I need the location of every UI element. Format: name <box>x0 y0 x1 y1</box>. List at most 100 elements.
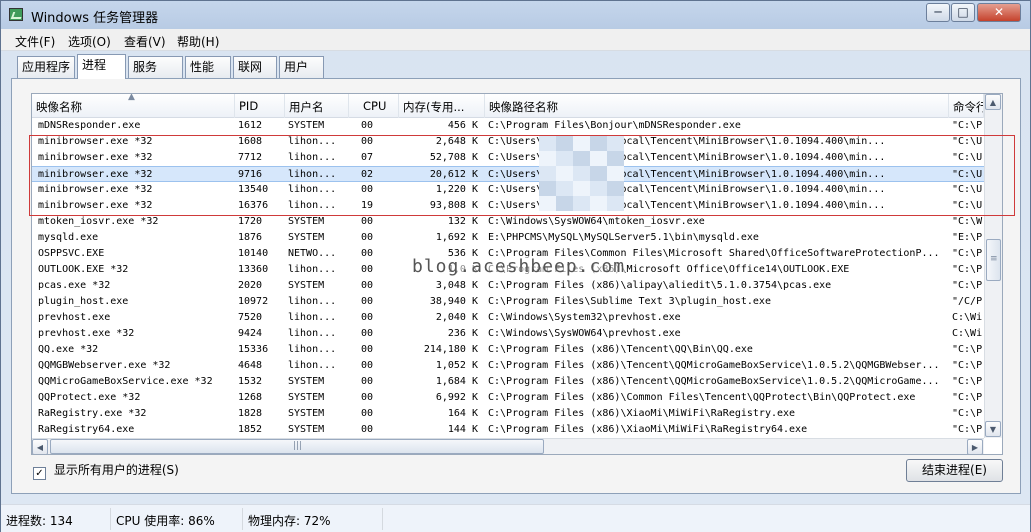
menu-view[interactable]: 查看(V) <box>124 33 166 50</box>
process-path: C:\Program Files (x86)\Tencent\QQ\Bin\QQ… <box>488 344 753 355</box>
close-button[interactable]: ✕ <box>977 3 1021 22</box>
menu-options[interactable]: 选项(O) <box>68 33 111 50</box>
horizontal-scroll-thumb[interactable]: ||| <box>50 439 544 454</box>
process-row[interactable]: minibrowser.exe *32 7712 lihon... 07 52,708 … <box>32 150 984 166</box>
process-user: lihon... <box>288 344 337 355</box>
menu-help[interactable]: 帮助(H) <box>177 33 219 50</box>
process-mem: 236 K <box>447 328 478 339</box>
process-row[interactable]: mysqld.exe 1876 SYSTEM 00 1,692 K E:\PHPCMS\M… <box>32 230 984 246</box>
process-cmd: "C:\P <box>952 120 983 131</box>
column-image-path[interactable]: 映像路径名称 <box>485 94 949 118</box>
tab-networking[interactable]: 联网 <box>233 56 277 78</box>
process-row[interactable]: minibrowser.exe *32 9716 lihon... 02 20,612 … <box>32 166 984 182</box>
minimize-button[interactable]: ─ <box>926 3 950 22</box>
process-name: minibrowser.exe *32 <box>38 136 153 147</box>
column-username[interactable]: 用户名 <box>285 94 349 118</box>
process-path: C:\Program Files (x86)\Tencent\QQMicroGa… <box>488 376 940 387</box>
process-row[interactable]: minibrowser.exe *32 13540 lihon... 00 1,220 … <box>32 182 984 198</box>
process-path: C:\Program Files\Sublime Text 3\plugin_h… <box>488 296 771 307</box>
process-user: SYSTEM <box>288 216 325 227</box>
process-name: OSPPSVC.EXE <box>38 248 105 259</box>
process-row[interactable]: plugin_host.exe 10972 lihon... 00 38,940 K C:… <box>32 294 984 310</box>
process-path: C:\Windows\SysWOW64\prevhost.exe <box>488 328 681 339</box>
show-all-users-checkbox[interactable]: ✓ 显示所有用户的进程(S) <box>33 461 179 480</box>
process-name: QQMGBWebserver.exe *32 <box>38 360 171 371</box>
process-row[interactable]: QQMicroGameBoxService.exe *32 1532 SYSTEM 0… <box>32 374 984 390</box>
process-name: QQMicroGameBoxService.exe *32 <box>38 376 213 387</box>
column-cpu[interactable]: CPU <box>359 94 399 118</box>
process-row[interactable]: mDNSResponder.exe 1612 SYSTEM 00 456 K C:\Pro… <box>32 118 984 134</box>
tab-performance[interactable]: 性能 <box>185 56 231 78</box>
process-pid: 1876 <box>238 232 263 243</box>
process-pid: 13360 <box>238 264 269 275</box>
process-cmd: "/C/P <box>952 296 983 307</box>
vertical-scroll-thumb[interactable]: ≡ <box>986 239 1001 281</box>
status-cpu-usage: CPU 使用率: 86% <box>111 508 243 530</box>
task-manager-window: Windows 任务管理器 ─ □ ✕ 文件(F) 选项(O) 查看(V) 帮助… <box>0 0 1031 532</box>
process-path: C:\Program Files (x86)\XiaoMi\MiWiFi\RaR… <box>488 408 796 419</box>
maximize-button[interactable]: □ <box>951 3 975 22</box>
watermark-text: blog.aceshbeep.com <box>412 256 626 277</box>
scroll-up-arrow-icon[interactable]: ▲ <box>985 94 1001 110</box>
tab-applications[interactable]: 应用程序 <box>17 56 75 78</box>
process-row[interactable]: pcas.exe *32 2020 SYSTEM 00 3,048 K C:\Progra… <box>32 278 984 294</box>
column-memory[interactable]: 内存(专用... <box>399 94 485 118</box>
title-bar[interactable]: Windows 任务管理器 ─ □ ✕ <box>1 1 1030 29</box>
process-user: lihon... <box>288 136 337 147</box>
process-row[interactable]: QQ.exe *32 15336 lihon... 00 214,180 K C:\Pro… <box>32 342 984 358</box>
process-cmd: "C:\U <box>952 152 983 163</box>
process-mem: 132 K <box>447 216 478 227</box>
column-image-name[interactable]: 映像名称 ▲ <box>32 94 235 118</box>
grip-icon: ≡ <box>990 254 998 264</box>
scroll-down-arrow-icon[interactable]: ▼ <box>985 421 1001 437</box>
process-mem: 144 K <box>447 424 478 435</box>
menu-file[interactable]: 文件(F) <box>15 33 55 50</box>
process-name: pcas.exe *32 <box>38 280 111 291</box>
process-path: C:\Program Files (x86)\Tencent\QQMicroGa… <box>488 360 940 371</box>
horizontal-scrollbar[interactable]: ◀ ||| ▶ <box>32 438 984 454</box>
process-mem: 1,692 K <box>435 232 478 243</box>
tab-processes[interactable]: 进程 <box>77 54 126 79</box>
scroll-right-arrow-icon[interactable]: ▶ <box>967 439 983 454</box>
process-row[interactable]: QQMGBWebserver.exe *32 4648 lihon... 00 1,05… <box>32 358 984 374</box>
process-name: prevhost.exe <box>38 312 111 323</box>
process-cmd: "C:\P <box>952 408 983 419</box>
process-row[interactable]: RaRegistry.exe *32 1828 SYSTEM 00 164 K C:\Pr… <box>32 406 984 422</box>
end-process-button[interactable]: 结束进程(E) <box>906 459 1003 482</box>
process-row[interactable]: minibrowser.exe *32 16376 lihon... 19 93,808… <box>32 198 984 214</box>
process-name: plugin_host.exe <box>38 296 129 307</box>
process-row[interactable]: prevhost.exe *32 9424 lihon... 00 236 K C:\Wi… <box>32 326 984 342</box>
process-mem: 20,612 K <box>429 169 478 180</box>
process-path: C:\Windows\System32\prevhost.exe <box>488 312 681 323</box>
process-row[interactable]: QQProtect.exe *32 1268 SYSTEM 00 6,992 K C:\P… <box>32 390 984 406</box>
process-user: lihon... <box>288 169 337 180</box>
process-cmd: "C:\U <box>952 200 983 211</box>
process-row[interactable]: RaRegistry64.exe 1852 SYSTEM 00 144 K C:\Prog… <box>32 422 984 438</box>
process-pid: 1828 <box>238 408 263 419</box>
checkbox-label: 显示所有用户的进程(S) <box>53 463 179 477</box>
tab-users[interactable]: 用户 <box>279 56 324 78</box>
column-pid[interactable]: PID <box>235 94 285 118</box>
checkbox-checked-icon[interactable]: ✓ <box>33 467 46 480</box>
process-row[interactable]: minibrowser.exe *32 1608 lihon... 00 2,648 K… <box>32 134 984 150</box>
process-path: C:\Program Files (x86)\Common Files\Tenc… <box>488 392 916 403</box>
process-user: SYSTEM <box>288 392 325 403</box>
process-name: minibrowser.exe *32 <box>38 169 153 180</box>
process-name: RaRegistry.exe *32 <box>38 408 147 419</box>
process-path: C:\Program Files (x86)\alipay\aliedit\5.… <box>488 280 832 291</box>
process-row[interactable]: prevhost.exe 7520 lihon... 00 2,040 K C:\Wind… <box>32 310 984 326</box>
vertical-scrollbar[interactable]: ▲ ≡ ▼ <box>984 94 1002 438</box>
window-title: Windows 任务管理器 <box>31 11 159 26</box>
tab-services[interactable]: 服务 <box>128 56 183 78</box>
process-mem: 52,708 K <box>429 152 478 163</box>
column-command-line[interactable]: 命令行 <box>949 94 984 118</box>
process-cmd: "C:\U <box>952 169 983 180</box>
process-row[interactable]: mtoken_iosvr.exe *32 1720 SYSTEM 00 132 K C:\… <box>32 214 984 230</box>
scroll-left-arrow-icon[interactable]: ◀ <box>32 439 48 454</box>
process-pid: 15336 <box>238 344 269 355</box>
process-mem: 1,684 K <box>435 376 478 387</box>
tab-strip: 应用程序 进程 服务 性能 联网 用户 <box>17 54 1017 79</box>
process-user: lihon... <box>288 312 337 323</box>
process-cmd: "E:\P <box>952 232 983 243</box>
process-mem: 164 K <box>447 408 478 419</box>
